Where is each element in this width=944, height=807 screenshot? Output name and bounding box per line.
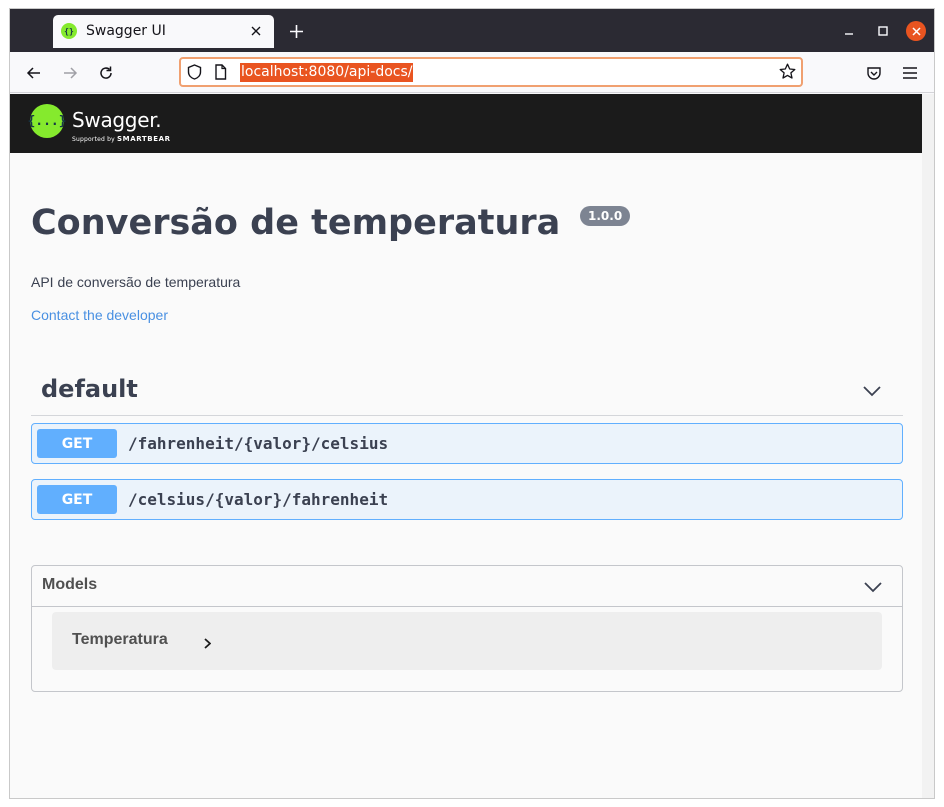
- models-header[interactable]: Models: [32, 566, 902, 607]
- bookmark-star-icon[interactable]: [779, 63, 796, 84]
- logo-sub-brand: SMARTBEAR: [117, 135, 171, 143]
- scrollbar-track[interactable]: [922, 94, 934, 798]
- chevron-right-icon[interactable]: [204, 634, 212, 653]
- url-text[interactable]: localhost:8080/api-docs/: [240, 63, 414, 82]
- swagger-logo-name[interactable]: Swagger.: [72, 108, 162, 132]
- navigation-bar: localhost:8080/api-docs/: [10, 52, 934, 93]
- new-tab-plus-icon[interactable]: [286, 21, 306, 41]
- swagger-logo-subtitle: Supported by SMARTBEAR: [72, 135, 171, 143]
- minimize-icon[interactable]: [839, 21, 859, 41]
- models-title: Models: [42, 576, 98, 593]
- tag-section-header[interactable]: default: [31, 364, 903, 416]
- tab-title: Swagger UI: [86, 23, 166, 39]
- chevron-down-icon[interactable]: [863, 382, 881, 401]
- operation-path: /celsius/{valor}/fahrenheit: [128, 490, 389, 509]
- back-arrow-icon[interactable]: [21, 61, 47, 85]
- model-item[interactable]: Temperatura: [52, 612, 882, 670]
- swagger-logo-icon[interactable]: {...}: [27, 104, 67, 138]
- tab-bar: {} Swagger UI: [10, 9, 934, 52]
- hamburger-menu-icon[interactable]: [897, 61, 923, 85]
- maximize-icon[interactable]: [873, 21, 893, 41]
- operation-block[interactable]: GET /celsius/{valor}/fahrenheit: [31, 479, 903, 520]
- swagger-favicon-icon: {}: [61, 23, 77, 39]
- tag-name: default: [41, 375, 138, 403]
- models-section: Models Temperatura: [31, 565, 903, 692]
- operation-path: /fahrenheit/{valor}/celsius: [128, 434, 389, 453]
- reload-icon[interactable]: [93, 61, 119, 85]
- contact-developer-link[interactable]: Contact the developer: [31, 307, 168, 323]
- pocket-icon[interactable]: [861, 61, 887, 85]
- operation-block[interactable]: GET /fahrenheit/{valor}/celsius: [31, 423, 903, 464]
- swagger-topbar: {...} Swagger. Supported by SMARTBEAR: [10, 94, 922, 153]
- api-description: API de conversão de temperatura: [31, 274, 241, 290]
- swagger-page: {...} Swagger. Supported by SMARTBEAR Co…: [10, 94, 934, 798]
- method-badge: GET: [37, 429, 117, 458]
- page-icon: [214, 64, 227, 84]
- forward-arrow-icon[interactable]: [57, 61, 83, 85]
- browser-window: {} Swagger UI localhost:8080/api-docs/ {…: [9, 8, 935, 799]
- logo-sub-prefix: Supported by: [72, 136, 115, 143]
- api-title: Conversão de temperatura: [31, 203, 561, 243]
- shield-icon[interactable]: [187, 64, 202, 84]
- tab-close-icon[interactable]: [246, 21, 266, 41]
- version-badge: 1.0.0: [580, 206, 631, 226]
- window-close-icon[interactable]: [906, 21, 926, 41]
- url-bar[interactable]: localhost:8080/api-docs/: [179, 57, 803, 87]
- method-badge: GET: [37, 485, 117, 514]
- chevron-down-icon[interactable]: [864, 578, 882, 597]
- model-name: Temperatura: [72, 631, 168, 648]
- browser-tab[interactable]: {} Swagger UI: [53, 15, 274, 48]
